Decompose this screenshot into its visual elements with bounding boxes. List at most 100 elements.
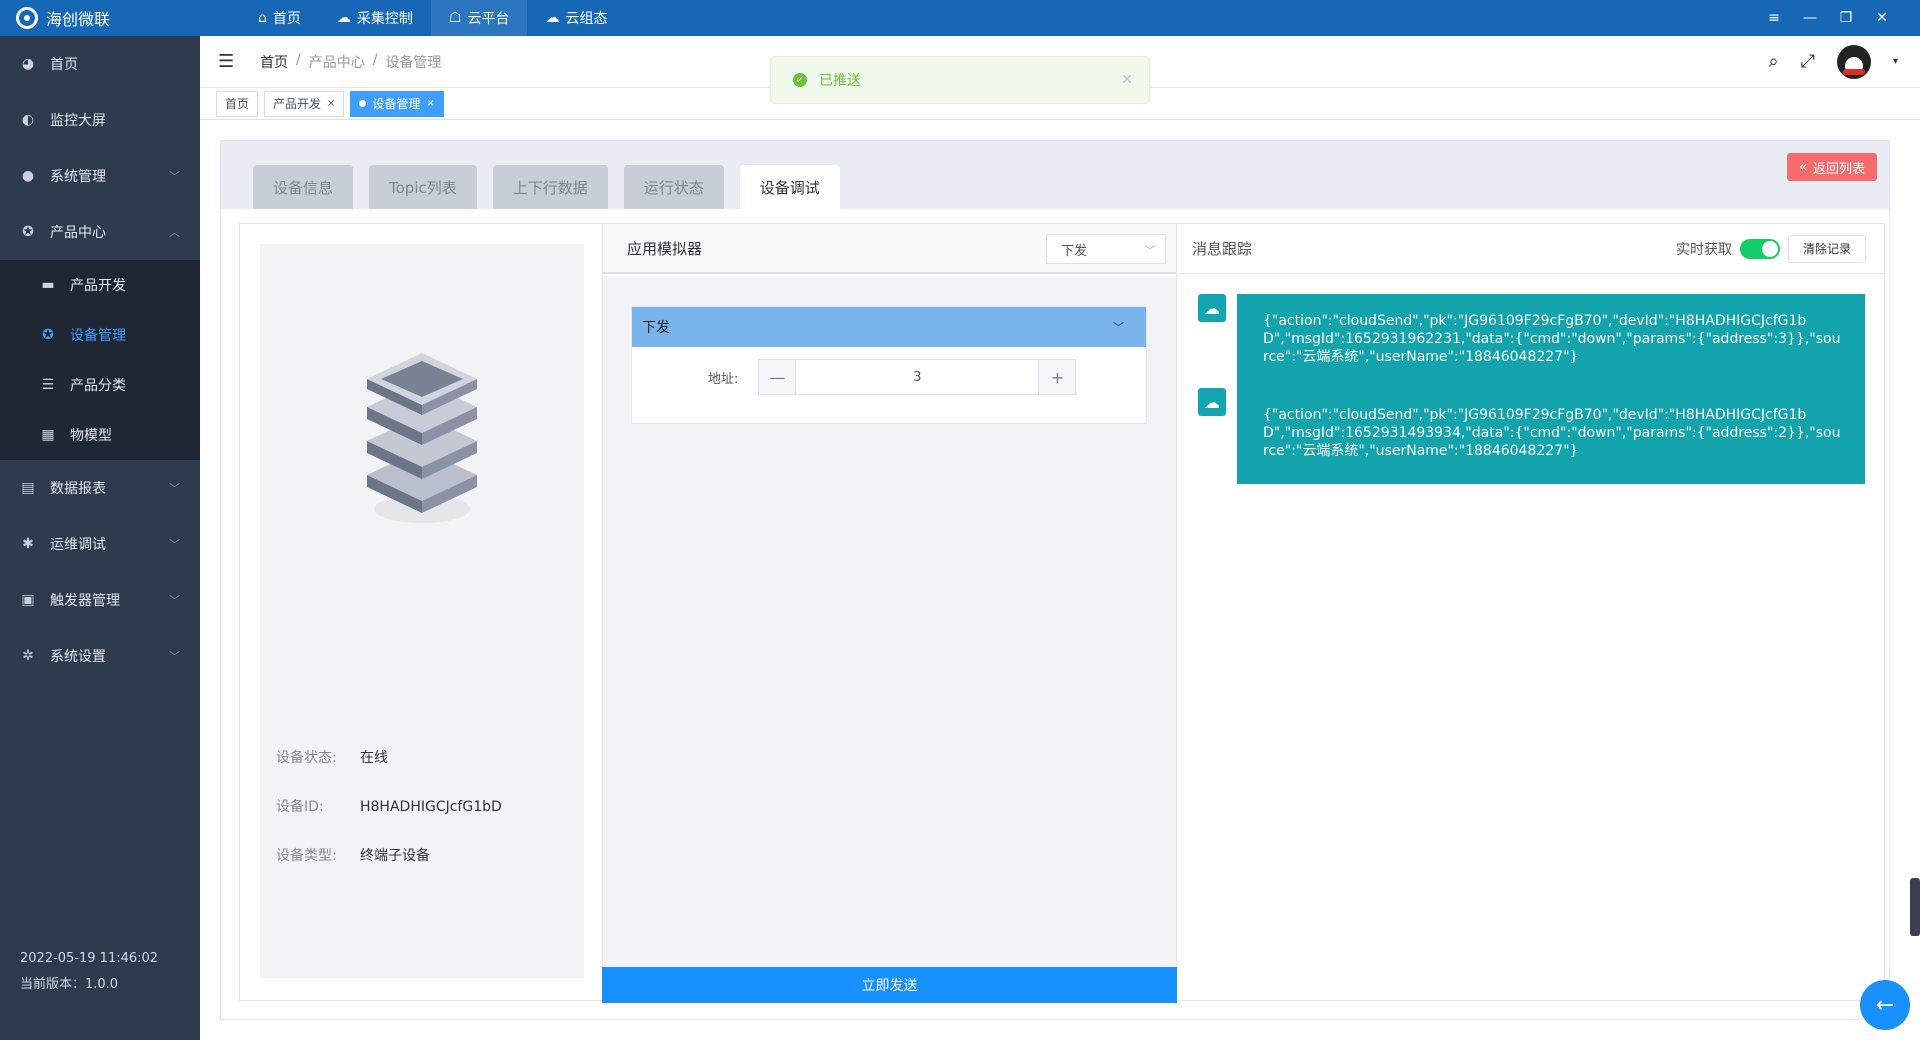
topnav-collect[interactable]: ☁ 采集控制 <box>319 0 431 36</box>
window-controls: ≡ — ❐ ✕ <box>1756 0 1920 36</box>
sidebar-item-triggers[interactable]: ▣ 触发器管理 ﹀ <box>0 572 200 628</box>
simulator-title: 应用模拟器 <box>627 239 703 258</box>
restore-icon[interactable]: ❐ <box>1828 0 1864 36</box>
message-item: ☁ {"action":"cloudSend","pk":"JG96109F29… <box>1198 388 1865 484</box>
avatar[interactable] <box>1836 44 1871 79</box>
chevron-down-icon: ﹀ <box>169 594 180 607</box>
minimize-icon[interactable]: — <box>1792 0 1828 36</box>
sidebar-item-monitor[interactable]: ◐ 监控大屏 <box>0 92 200 148</box>
menu-icon[interactable]: ≡ <box>1756 0 1792 36</box>
breadcrumb-home[interactable]: 首页 <box>260 52 288 72</box>
breadcrumb-separator: / <box>372 51 378 68</box>
caret-down-icon[interactable]: ▾ <box>1893 56 1898 67</box>
realtime-label: 实时获取 <box>1675 241 1732 258</box>
device-type-label: 设备类型: <box>276 848 337 864</box>
device-id-label: 设备ID: <box>276 799 324 815</box>
tab-device-info[interactable]: 设备信息 <box>253 165 354 209</box>
tab-up-down-data[interactable]: 上下行数据 <box>492 165 608 209</box>
sidebar-item-product-center[interactable]: ✪ 产品中心 ︿ <box>0 204 200 260</box>
search-icon[interactable]: ⌕ <box>1768 51 1778 72</box>
tab-run-status[interactable]: 运行状态 <box>623 165 724 209</box>
active-dot-icon <box>359 100 367 107</box>
send-now-button[interactable]: 立即发送 <box>602 967 1177 1003</box>
breadcrumb: 首页 / 产品中心 / 设备管理 <box>260 52 441 72</box>
fullscreen-icon[interactable]: ⤢ <box>1801 51 1815 72</box>
scrollbar-handle[interactable] <box>1910 878 1920 936</box>
clear-records-button[interactable]: 清除记录 <box>1787 234 1866 263</box>
breadcrumb-device-manage: 设备管理 <box>385 54 442 71</box>
back-to-list-button[interactable]: «返回列表 <box>1787 153 1877 181</box>
chevron-down-icon: ﹀ <box>169 538 180 551</box>
app-simulator: 应用模拟器 下发 ﹀ 下发 ﹀ 地址: — 3 + 立即发送 <box>602 224 1177 1003</box>
topnav-cloud-config[interactable]: ☁ 云组态 <box>527 0 625 36</box>
close-icon[interactable]: × <box>327 98 335 109</box>
tag-product-dev[interactable]: 产品开发 × <box>264 90 345 117</box>
app-title: 海创微联 <box>46 10 111 29</box>
device-card: 设备状态: 在线 设备ID: H8HADHIGCJcfG1bD 设备类型: 终端子设备 <box>260 244 584 978</box>
downlink-panel: 下发 ﹀ 地址: — 3 + <box>631 306 1147 424</box>
sidebar-item-product-dev[interactable]: ▬ 产品开发 <box>0 260 200 310</box>
bug-icon: ✱ <box>22 536 34 552</box>
sidebar-item-ops-debug[interactable]: ✱ 运维调试 ﹀ <box>0 516 200 572</box>
toast-text: 已推送 <box>819 73 861 89</box>
logo-icon <box>16 7 38 29</box>
server-illustration <box>367 353 477 523</box>
globe-icon: ◐ <box>21 112 35 128</box>
chevron-up-icon: ︿ <box>169 226 180 239</box>
chevron-down-icon: ﹀ <box>1145 245 1155 257</box>
trace-header: 消息跟踪 实时获取 清除记录 <box>1178 224 1884 274</box>
double-left-icon: « <box>1799 159 1807 175</box>
arrow-left-icon: ← <box>1875 992 1895 1018</box>
close-icon[interactable]: × <box>426 98 434 109</box>
realtime-toggle[interactable] <box>1739 238 1780 259</box>
check-circle-icon: ✓ <box>793 73 807 87</box>
grid-icon: ▦ <box>41 427 55 443</box>
address-input[interactable]: 3 <box>795 360 1040 394</box>
panel-header[interactable]: 下发 ﹀ <box>632 307 1146 347</box>
sidebar: ◕ 首页 ◐ 监控大屏 ● 系统管理 ﹀ ✪ 产品中心 ︿ ▬ 产品开发 ✪ 设备管理 ☰ 产品分… <box>0 36 200 1040</box>
tab-device-debug[interactable]: 设备调试 <box>739 165 840 209</box>
folder-icon: ▬ <box>41 277 55 293</box>
status-value: 在线 <box>360 750 388 766</box>
decrement-button[interactable]: — <box>759 360 796 394</box>
debug-area: 设备状态: 在线 设备ID: H8HADHIGCJcfG1bD 设备类型: 终端子设备… <box>239 223 1885 1003</box>
sidebar-item-home[interactable]: ◕ 首页 <box>0 36 200 92</box>
device-id-value: H8HADHIGCJcfG1bD <box>360 799 502 815</box>
cloud-sync-icon: ☁ <box>545 10 560 26</box>
sidebar-item-system-manage[interactable]: ● 系统管理 ﹀ <box>0 148 200 204</box>
trigger-icon: ▣ <box>21 592 35 608</box>
sidebar-item-thing-model[interactable]: ▦ 物模型 <box>0 410 200 460</box>
header-actions: ⌕ ⤢ ▾ <box>1768 44 1920 79</box>
tag-device-manage[interactable]: 设备管理 × <box>350 90 444 117</box>
sidebar-submenu: ▬ 产品开发 ✪ 设备管理 ☰ 产品分类 ▦ 物模型 <box>0 260 200 460</box>
top-nav: ⌂ 首页 ☁ 采集控制 ☖ 云平台 ☁ 云组态 <box>240 0 625 36</box>
trace-title: 消息跟踪 <box>1192 240 1253 258</box>
simulator-body: 下发 ﹀ 地址: — 3 + <box>603 276 1176 976</box>
increment-button[interactable]: + <box>1039 360 1076 394</box>
home-icon: ⌂ <box>258 10 267 26</box>
footer-version: 当前版本：1.0.0 <box>20 977 119 992</box>
close-icon[interactable]: ✕ <box>1121 72 1133 88</box>
back-arrow-button[interactable]: ← <box>1860 980 1910 1030</box>
message-trace: 消息跟踪 实时获取 清除记录 ☁ {"action":"cloudSend","… <box>1178 224 1884 1002</box>
direction-select[interactable]: 下发 ﹀ <box>1046 234 1166 264</box>
message-bubble: {"action":"cloudSend","pk":"JG96109F29cF… <box>1237 388 1865 484</box>
sidebar-item-device-manage[interactable]: ✪ 设备管理 <box>0 310 200 360</box>
sidebar-item-reports[interactable]: ▤ 数据报表 ﹀ <box>0 460 200 516</box>
address-field: 地址: — 3 + <box>708 359 1077 395</box>
product-icon: ✪ <box>22 224 34 240</box>
topnav-home[interactable]: ⌂ 首页 <box>240 0 319 36</box>
close-icon[interactable]: ✕ <box>1864 0 1900 36</box>
message-item: ☁ {"action":"cloudSend","pk":"JG96109F29… <box>1198 294 1865 390</box>
tab-topic-list[interactable]: Topic列表 <box>369 165 477 209</box>
sidebar-item-settings[interactable]: ✲ 系统设置 ﹀ <box>0 628 200 684</box>
tag-home[interactable]: 首页 <box>216 90 259 117</box>
topnav-cloud-platform[interactable]: ☖ 云平台 <box>430 0 528 36</box>
device-type-value: 终端子设备 <box>360 848 430 864</box>
sidebar-item-product-category[interactable]: ☰ 产品分类 <box>0 360 200 410</box>
collapse-menu-icon[interactable]: ☰ <box>218 51 238 72</box>
cloud-icon: ☁ <box>336 10 351 26</box>
gear-icon: ✲ <box>22 648 34 664</box>
chevron-down-icon: ﹀ <box>1113 321 1124 334</box>
list-icon: ☰ <box>41 377 55 393</box>
